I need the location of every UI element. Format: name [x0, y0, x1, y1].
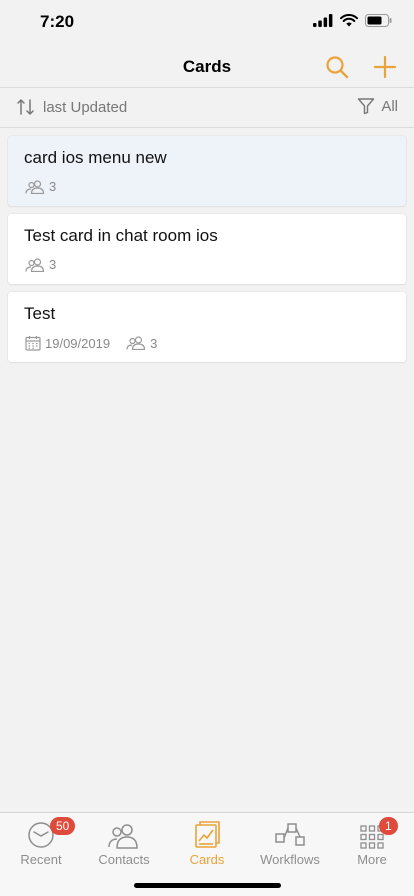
card-item[interactable]: Test card in chat room ios 3	[8, 214, 406, 284]
search-icon[interactable]	[324, 54, 350, 80]
card-title: Test card in chat room ios	[24, 226, 218, 245]
sort-label: last Updated	[43, 98, 128, 116]
members-icon	[25, 179, 45, 194]
members-icon	[25, 257, 45, 272]
members-count: 3	[49, 257, 57, 272]
filter-bar: last Updated All	[0, 88, 414, 128]
workflows-icon	[275, 823, 305, 846]
card-title: card ios menu new	[24, 148, 167, 167]
tab-recent[interactable]: 50 Recent	[0, 817, 82, 867]
recent-badge: 50	[50, 817, 76, 835]
card-title: Test	[24, 304, 56, 323]
page-title: Cards	[182, 57, 232, 76]
cards-icon	[195, 821, 220, 848]
signal-icon	[313, 14, 333, 27]
members-count: 3	[150, 335, 158, 351]
more-badge: 1	[379, 817, 398, 835]
tab-label: Contacts	[98, 852, 150, 867]
filter-button[interactable]: All	[357, 97, 398, 115]
tab-label: Workflows	[260, 852, 320, 867]
tab-contacts[interactable]: Contacts	[83, 819, 165, 867]
card-item[interactable]: Test 19/09/2019 3	[8, 292, 406, 362]
members-icon	[126, 336, 146, 350]
tab-label: Recent	[20, 852, 62, 867]
members-count: 3	[49, 179, 57, 194]
status-time: 7:20	[40, 12, 75, 31]
tab-label: Cards	[189, 852, 225, 867]
status-bar: 7:20	[0, 0, 414, 44]
card-list: card ios menu new 3 Test card in chat ro…	[8, 136, 406, 370]
contacts-icon	[108, 824, 138, 849]
filter-label: All	[381, 97, 398, 115]
tab-cards[interactable]: Cards	[166, 819, 248, 867]
wifi-icon	[340, 14, 358, 27]
sort-button[interactable]: last Updated	[16, 97, 127, 117]
sort-icon	[17, 99, 34, 115]
home-indicator	[134, 883, 281, 888]
battery-icon	[365, 14, 392, 27]
nav-bar: Cards	[0, 44, 414, 88]
card-item[interactable]: card ios menu new 3	[8, 136, 406, 206]
card-date: 19/09/2019	[45, 335, 111, 351]
tab-more[interactable]: 1 More	[331, 817, 413, 867]
calendar-icon	[25, 336, 41, 351]
tab-label: More	[357, 852, 387, 867]
add-icon[interactable]	[372, 54, 398, 80]
filter-icon	[358, 98, 375, 115]
tab-workflows[interactable]: Workflows	[249, 819, 331, 867]
